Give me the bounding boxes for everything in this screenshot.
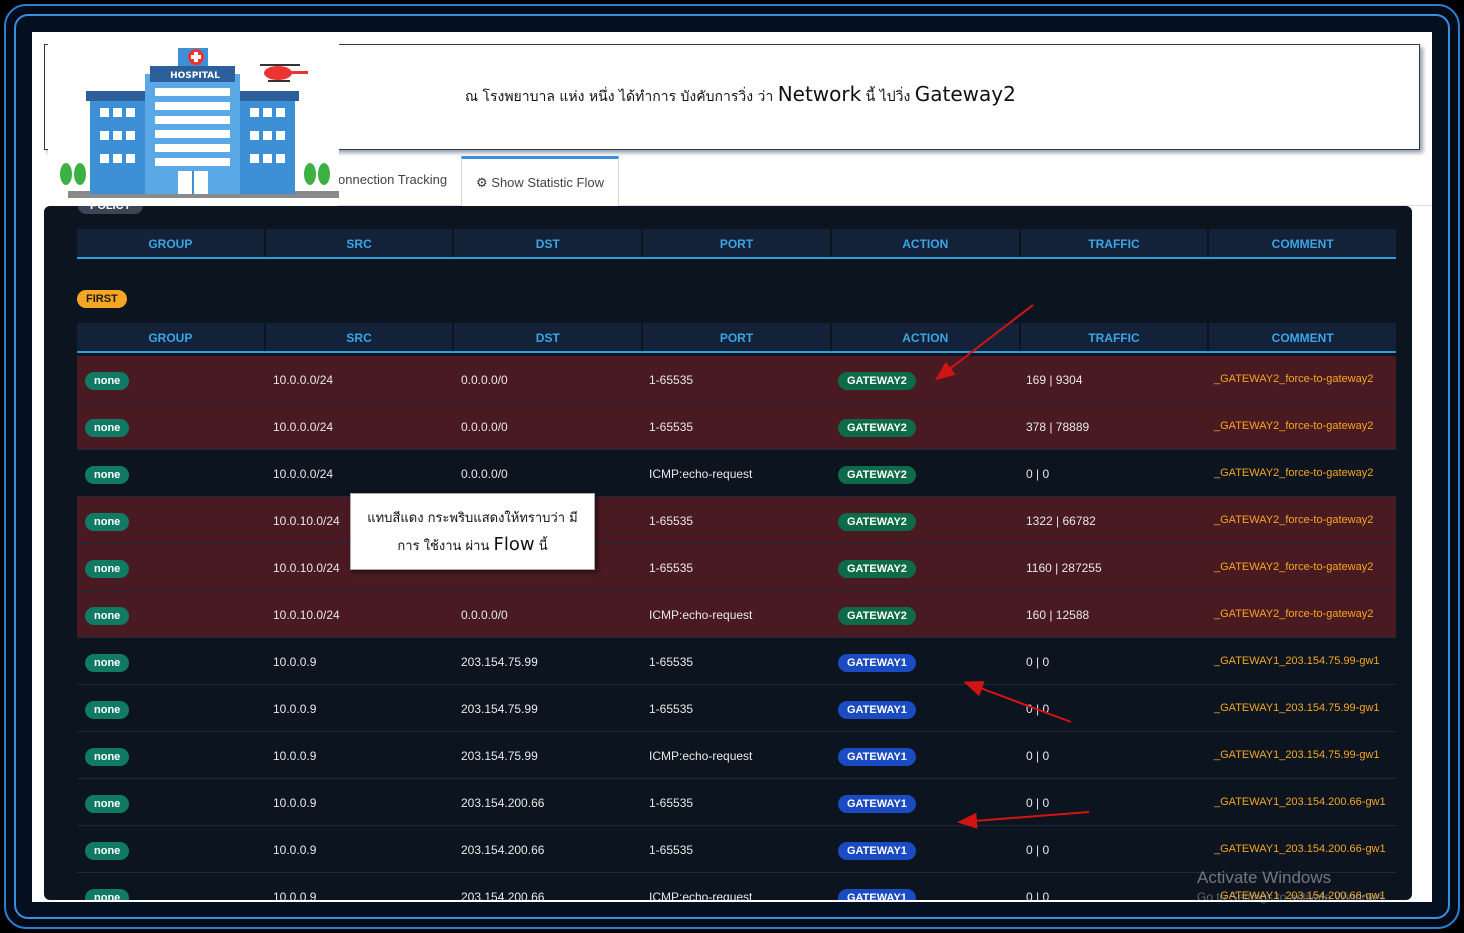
activate-windows-title: Activate Windows	[1197, 868, 1332, 887]
callout-line1: แทบสีแดง กระพริบแสดงให้ทราบว่า มี	[367, 511, 578, 526]
callout-line2: การ ใช้งาน ผ่าน Flow นี้	[351, 532, 594, 560]
annotation-callout: แทบสีแดง กระพริบแสดงให้ทราบว่า มี การ ใช…	[350, 493, 595, 570]
activate-windows-sub: Go to Settings to activate Windows.	[1197, 890, 1387, 904]
arrow-gateway2	[934, 304, 1034, 381]
callout-line2-end: นี้	[534, 539, 548, 554]
callout-line2-text: การ ใช้งาน ผ่าน	[397, 539, 494, 554]
annotation-arrows	[934, 304, 1090, 829]
callout-flow: Flow	[493, 534, 535, 555]
arrow-gateway1-b	[957, 811, 1090, 829]
arrow-gateway1-a	[963, 681, 1072, 723]
